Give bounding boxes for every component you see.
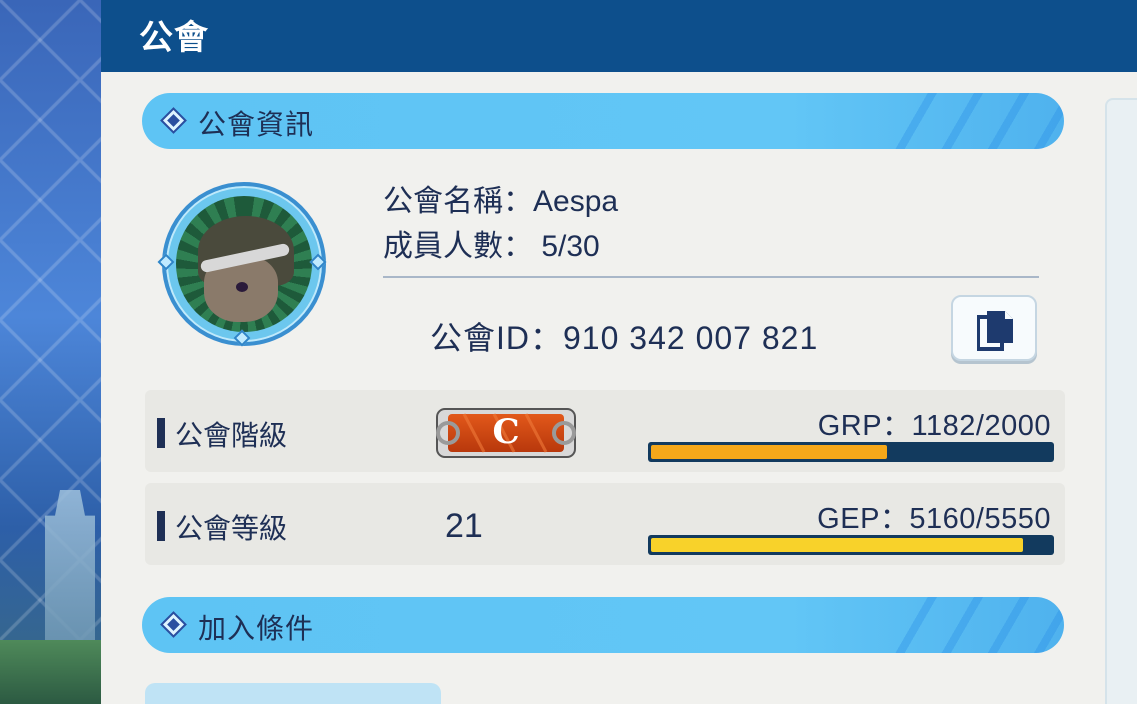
page-title: 公會 xyxy=(139,18,209,58)
row-marker xyxy=(157,511,165,541)
rank-badge: C xyxy=(434,406,578,460)
guild-level-row: 公會等級 21 GEP：5160/5550 xyxy=(145,483,1065,565)
diamond-icon xyxy=(160,107,187,134)
gem-icon xyxy=(233,329,251,347)
header-stripes-decoration xyxy=(894,597,1064,653)
guild-level-label: 公會等級 xyxy=(175,512,288,545)
row-marker xyxy=(157,418,165,448)
copy-icon xyxy=(977,311,1013,351)
section-header-join-conditions: 加入條件 xyxy=(142,597,1064,653)
rank-letter: C xyxy=(492,412,520,452)
guild-emblem xyxy=(157,182,327,347)
gep-progress-text: GEP：5160/5550 xyxy=(817,503,1051,535)
guild-member-count: 成員人數： 5/30 xyxy=(383,230,600,263)
section-header-guild-info: 公會資訊 xyxy=(142,93,1064,149)
side-panel-edge xyxy=(1105,98,1137,704)
guild-rank-label: 公會階級 xyxy=(175,419,288,452)
guild-rank-row: 公會階級 C GRP：1182/2000 xyxy=(145,390,1065,472)
divider xyxy=(383,276,1039,278)
guild-id: 公會ID：910 342 007 821 xyxy=(430,320,819,356)
gem-icon xyxy=(309,253,327,271)
diamond-icon xyxy=(160,611,187,638)
section-title: 公會資訊 xyxy=(198,108,315,141)
emblem-portrait xyxy=(176,196,312,332)
background-ground xyxy=(0,640,101,704)
copy-id-button[interactable] xyxy=(951,295,1037,361)
header-stripes-decoration xyxy=(894,93,1064,149)
guild-level-value: 21 xyxy=(445,507,483,545)
join-condition-chip[interactable] xyxy=(145,683,441,704)
grp-progress-text: GRP：1182/2000 xyxy=(817,410,1051,442)
grp-progress-fill xyxy=(651,445,888,459)
guild-name: 公會名稱：Aespa xyxy=(383,185,619,218)
page-header: 公會 xyxy=(101,0,1137,72)
gep-progress-fill xyxy=(651,538,1023,552)
section-title: 加入條件 xyxy=(198,612,315,645)
gep-progress-bar xyxy=(648,535,1054,555)
grp-progress-bar xyxy=(648,442,1054,462)
